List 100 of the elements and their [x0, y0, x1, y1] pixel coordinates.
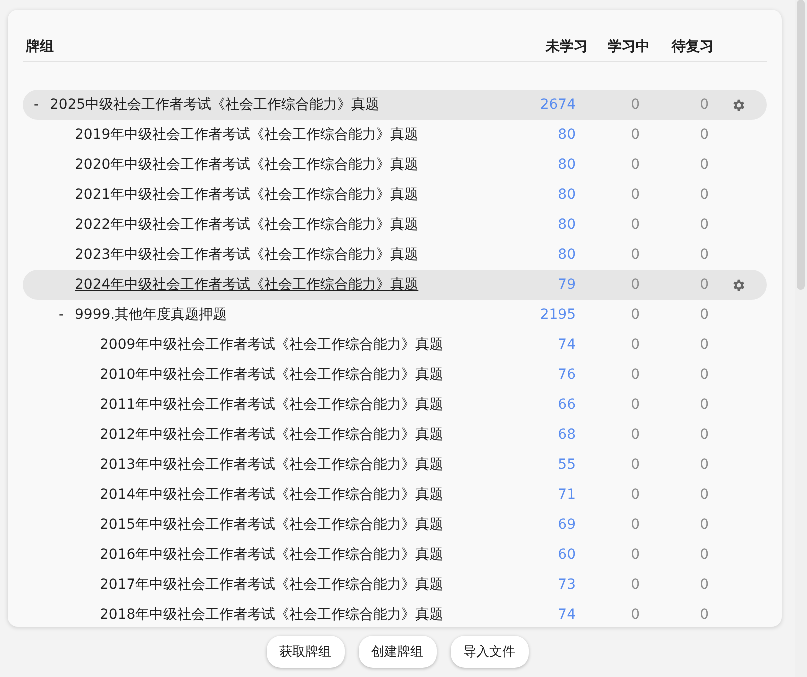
deck-row[interactable]: 2024年中级社会工作者考试《社会工作综合能力》真题 79 0 0 [23, 270, 767, 300]
learn-column-header: 学习中 [607, 38, 651, 56]
new-count: 68 [557, 427, 576, 443]
new-count: 80 [557, 127, 576, 143]
deck-name[interactable]: 2009年中级社会工作者考试《社会工作综合能力》真题 [100, 336, 444, 354]
deck-name[interactable]: 2011年中级社会工作者考试《社会工作综合能力》真题 [100, 396, 444, 414]
due-count: 0 [699, 517, 709, 533]
new-count: 2195 [539, 307, 576, 323]
collapse-toggle[interactable]: - [23, 97, 50, 113]
deck-row[interactable]: 2010年中级社会工作者考试《社会工作综合能力》真题 76 0 0 [23, 360, 767, 390]
deck-row[interactable]: 2015年中级社会工作者考试《社会工作综合能力》真题 69 0 0 [23, 510, 767, 540]
deck-row[interactable]: 2016年中级社会工作者考试《社会工作综合能力》真题 60 0 0 [23, 540, 767, 570]
deck-name[interactable]: 2017年中级社会工作者考试《社会工作综合能力》真题 [100, 576, 444, 594]
learn-count: 0 [630, 337, 640, 353]
deck-row[interactable]: 2023年中级社会工作者考试《社会工作综合能力》真题 80 0 0 [23, 240, 767, 270]
learn-count: 0 [630, 247, 640, 263]
learn-count: 0 [630, 157, 640, 173]
new-count: 74 [557, 607, 576, 623]
deck-name[interactable]: 2016年中级社会工作者考试《社会工作综合能力》真题 [100, 546, 444, 564]
learn-count: 0 [630, 187, 640, 203]
new-count: 73 [557, 577, 576, 593]
new-count: 76 [557, 367, 576, 383]
deck-row[interactable]: 2009年中级社会工作者考试《社会工作综合能力》真题 74 0 0 [23, 330, 767, 360]
new-column-header: 未学习 [544, 38, 589, 56]
learn-count: 0 [630, 487, 640, 503]
due-count: 0 [699, 547, 709, 563]
deck-name[interactable]: 2022年中级社会工作者考试《社会工作综合能力》真题 [75, 216, 419, 234]
due-count: 0 [699, 607, 709, 623]
new-count: 69 [557, 517, 576, 533]
deck-name[interactable]: 2018年中级社会工作者考试《社会工作综合能力》真题 [100, 606, 444, 624]
deck-name[interactable]: 2021年中级社会工作者考试《社会工作综合能力》真题 [75, 186, 419, 204]
deck-row[interactable]: 2012年中级社会工作者考试《社会工作综合能力》真题 68 0 0 [23, 420, 767, 450]
deck-row[interactable]: 2022年中级社会工作者考试《社会工作综合能力》真题 80 0 0 [23, 210, 767, 240]
due-count: 0 [699, 127, 709, 143]
learn-count: 0 [630, 217, 640, 233]
new-count: 80 [557, 247, 576, 263]
learn-count: 0 [630, 277, 640, 293]
deck-name[interactable]: 2024年中级社会工作者考试《社会工作综合能力》真题 [75, 276, 419, 294]
learn-count: 0 [630, 127, 640, 143]
due-count: 0 [699, 187, 709, 203]
due-count: 0 [699, 307, 709, 323]
deck-name[interactable]: 2015年中级社会工作者考试《社会工作综合能力》真题 [100, 516, 444, 534]
deck-name[interactable]: 2012年中级社会工作者考试《社会工作综合能力》真题 [100, 426, 444, 444]
new-count: 79 [557, 277, 576, 293]
collapse-toggle[interactable]: - [48, 307, 75, 323]
new-count: 55 [557, 457, 576, 473]
learn-count: 0 [630, 367, 640, 383]
new-count: 2674 [539, 97, 576, 113]
deck-row[interactable]: 2020年中级社会工作者考试《社会工作综合能力》真题 80 0 0 [23, 150, 767, 180]
due-count: 0 [699, 577, 709, 593]
learn-count: 0 [630, 457, 640, 473]
action-button[interactable]: 导入文件 [450, 636, 528, 668]
due-count: 0 [699, 427, 709, 443]
new-count: 60 [557, 547, 576, 563]
deck-name[interactable]: 2019年中级社会工作者考试《社会工作综合能力》真题 [75, 126, 419, 144]
deck-row[interactable]: 2013年中级社会工作者考试《社会工作综合能力》真题 55 0 0 [23, 450, 767, 480]
due-count: 0 [699, 397, 709, 413]
deck-name[interactable]: 2020年中级社会工作者考试《社会工作综合能力》真题 [75, 156, 419, 174]
due-count: 0 [699, 157, 709, 173]
deck-row[interactable]: 2018年中级社会工作者考试《社会工作综合能力》真题 74 0 0 [23, 600, 767, 627]
new-count: 80 [557, 187, 576, 203]
learn-count: 0 [630, 517, 640, 533]
learn-count: 0 [630, 607, 640, 623]
deck-name[interactable]: 2013年中级社会工作者考试《社会工作综合能力》真题 [100, 456, 444, 474]
deck-column-header: 牌组 [26, 38, 55, 56]
due-count: 0 [699, 277, 709, 293]
new-count: 80 [557, 157, 576, 173]
learn-count: 0 [630, 547, 640, 563]
scrollbar-thumb[interactable] [797, 0, 805, 290]
due-count: 0 [699, 247, 709, 263]
deck-name[interactable]: 2023年中级社会工作者考试《社会工作综合能力》真题 [75, 246, 419, 264]
learn-count: 0 [630, 307, 640, 323]
due-count: 0 [699, 97, 709, 113]
due-count: 0 [699, 367, 709, 383]
deck-row[interactable]: - 9999.其他年度真题押题 2195 0 0 [23, 300, 767, 330]
learn-count: 0 [630, 427, 640, 443]
deck-name[interactable]: 2014年中级社会工作者考试《社会工作综合能力》真题 [100, 486, 444, 504]
due-column-header: 待复习 [670, 38, 715, 56]
deck-row[interactable]: 2014年中级社会工作者考试《社会工作综合能力》真题 71 0 0 [23, 480, 767, 510]
deck-row[interactable]: - 2025中级社会工作者考试《社会工作综合能力》真题 2674 0 0 [23, 90, 767, 120]
deck-row[interactable]: 2019年中级社会工作者考试《社会工作综合能力》真题 80 0 0 [23, 120, 767, 150]
deck-name[interactable]: 9999.其他年度真题押题 [75, 306, 228, 324]
learn-count: 0 [630, 577, 640, 593]
action-button[interactable]: 创建牌组 [358, 636, 436, 668]
learn-count: 0 [630, 97, 640, 113]
new-count: 71 [557, 487, 576, 503]
deck-name[interactable]: 2010年中级社会工作者考试《社会工作综合能力》真题 [100, 366, 444, 384]
due-count: 0 [699, 487, 709, 503]
due-count: 0 [699, 337, 709, 353]
new-count: 74 [557, 337, 576, 353]
deck-name[interactable]: 2025中级社会工作者考试《社会工作综合能力》真题 [50, 96, 380, 114]
new-count: 80 [557, 217, 576, 233]
deck-row[interactable]: 2017年中级社会工作者考试《社会工作综合能力》真题 73 0 0 [23, 570, 767, 600]
action-button[interactable]: 获取牌组 [266, 636, 344, 668]
new-count: 66 [557, 397, 576, 413]
deck-row[interactable]: 2021年中级社会工作者考试《社会工作综合能力》真题 80 0 0 [23, 180, 767, 210]
learn-count: 0 [630, 397, 640, 413]
deck-row[interactable]: 2011年中级社会工作者考试《社会工作综合能力》真题 66 0 0 [23, 390, 767, 420]
due-count: 0 [699, 457, 709, 473]
due-count: 0 [699, 217, 709, 233]
